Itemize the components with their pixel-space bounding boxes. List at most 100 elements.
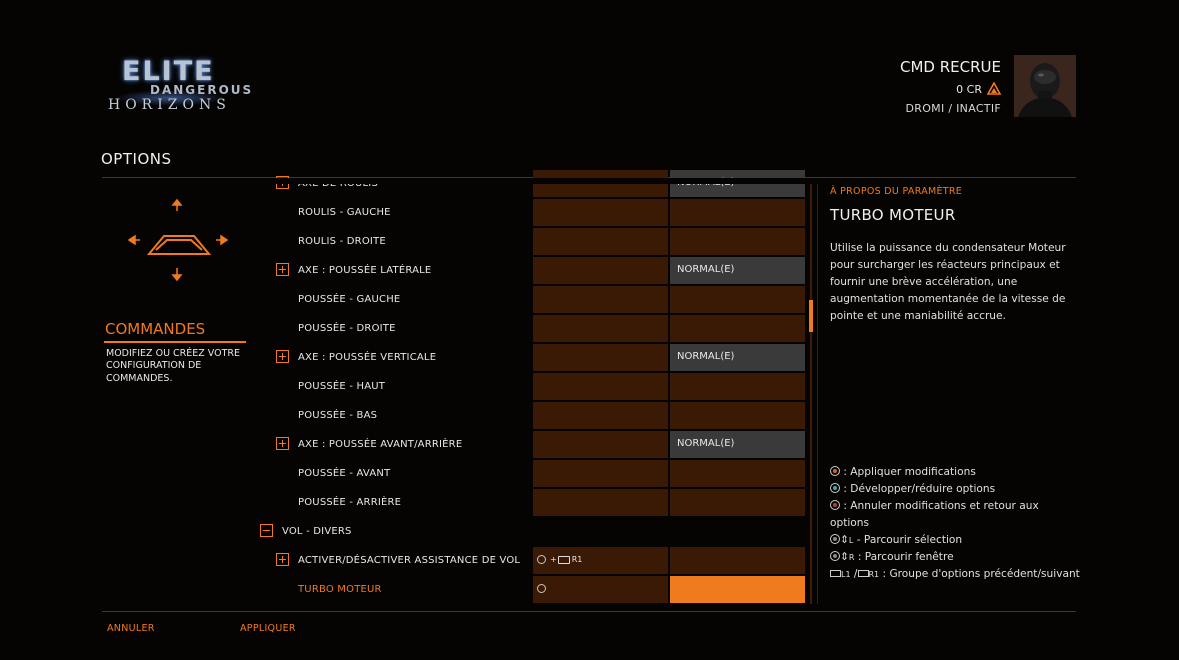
- binding-label: AXE : POUSSÉE AVANT/ARRIÈRE: [298, 439, 463, 450]
- binding-row[interactable]: POUSSÉE - AVANT: [262, 460, 807, 487]
- primary-binding-cell[interactable]: [533, 344, 668, 371]
- binding-row[interactable]: AXE : POUSSÉE LATÉRALE NORMAL(E): [262, 257, 807, 284]
- secondary-binding-cell[interactable]: NORMAL(E): [670, 257, 805, 284]
- primary-binding-value: + R1: [550, 555, 583, 564]
- left-stick-icon: [830, 534, 840, 544]
- expand-icon[interactable]: [276, 437, 289, 450]
- help-cancel-text: : Annuler modifications et retour aux op…: [830, 500, 1039, 529]
- help-group-key-r: R1: [868, 570, 880, 579]
- binding-group-row[interactable]: VOL - DIVERS: [260, 518, 807, 545]
- help-group: L1 /R1 : Groupe d'options précédent/suiv…: [830, 566, 1080, 583]
- panel-divider: [817, 184, 818, 604]
- binding-row[interactable]: ROULIS - DROITE: [262, 228, 807, 255]
- help-group-text: : Groupe d'options précédent/suivant: [882, 568, 1080, 580]
- secondary-binding-cell[interactable]: [670, 228, 805, 255]
- help-cancel: : Annuler modifications et retour aux op…: [830, 498, 1080, 532]
- updown-arrow-icon: ⇕: [840, 534, 849, 546]
- circle-button-icon: [537, 584, 546, 593]
- commander-name: CMD RECRUE: [900, 58, 1001, 76]
- binding-row[interactable]: ROULIS - GAUCHE: [262, 199, 807, 226]
- primary-binding-cell[interactable]: [533, 576, 668, 603]
- list-top-mask: [262, 178, 807, 184]
- primary-binding-cell[interactable]: [533, 315, 668, 342]
- help-expand: : Développer/réduire options: [830, 481, 1080, 498]
- binding-label: AXE : POUSSÉE VERTICALE: [298, 352, 437, 363]
- control-help: : Appliquer modifications : Développer/r…: [830, 464, 1080, 583]
- collapse-icon[interactable]: [260, 524, 273, 537]
- pilot-helmet-icon: [1014, 55, 1076, 117]
- help-browse-window-key: R: [848, 553, 855, 562]
- commander-avatar: [1014, 55, 1076, 117]
- binding-row[interactable]: POUSSÉE - ARRIÈRE: [262, 489, 807, 516]
- scrollbar-track[interactable]: [810, 184, 812, 604]
- primary-binding-cell[interactable]: [533, 286, 668, 313]
- secondary-binding-cell[interactable]: [670, 315, 805, 342]
- section-underline: [104, 341, 246, 343]
- r1-button-icon: [857, 570, 869, 577]
- secondary-binding-cell[interactable]: [670, 286, 805, 313]
- help-browse-selection: ⇕L - Parcourir sélection: [830, 532, 1080, 549]
- help-browse-selection-key: L: [848, 536, 854, 545]
- secondary-binding-cell[interactable]: [670, 402, 805, 429]
- binding-label: POUSSÉE - ARRIÈRE: [298, 497, 402, 508]
- r1-button-icon: [557, 555, 570, 564]
- circle-button-icon: [537, 555, 546, 564]
- secondary-binding-cell[interactable]: [670, 547, 805, 574]
- about-label: À PROPOS DU PARAMÈTRE: [830, 186, 963, 197]
- binding-row[interactable]: POUSSÉE - DROITE: [262, 315, 807, 342]
- scrollbar-thumb[interactable]: [809, 300, 813, 332]
- binding-row[interactable]: ACTIVER/DÉSACTIVER ASSISTANCE DE VOL + R1: [262, 547, 807, 574]
- primary-binding-cell[interactable]: + R1: [533, 547, 668, 574]
- primary-binding-cell[interactable]: [533, 373, 668, 400]
- triangle-button-icon: [830, 483, 840, 493]
- primary-binding-cell[interactable]: [533, 460, 668, 487]
- primary-binding-cell[interactable]: [533, 257, 668, 284]
- binding-label: ROULIS - GAUCHE: [298, 207, 391, 218]
- credits-balance: 0 CR: [956, 83, 982, 96]
- primary-binding-cell[interactable]: [533, 489, 668, 516]
- binding-label: VOL - DIVERS: [282, 526, 352, 537]
- binding-row[interactable]: AXE : POUSSÉE AVANT/ARRIÈRE NORMAL(E): [262, 431, 807, 458]
- primary-binding-cell[interactable]: [533, 431, 668, 458]
- secondary-binding-cell[interactable]: [670, 373, 805, 400]
- secondary-binding-cell[interactable]: [670, 199, 805, 226]
- binding-label: POUSSÉE - AVANT: [298, 468, 391, 479]
- updown-arrow-icon: ⇕: [840, 551, 849, 563]
- binding-label: AXE : POUSSÉE LATÉRALE: [298, 265, 432, 276]
- primary-binding-cell[interactable]: [533, 228, 668, 255]
- logo-line-3: HORIZONS: [108, 97, 231, 113]
- expand-icon[interactable]: [276, 350, 289, 363]
- game-logo: ELITE DANGEROUS HORIZONS: [100, 56, 254, 116]
- binding-row[interactable]: POUSSÉE - HAUT: [262, 373, 807, 400]
- binding-row[interactable]: AXE : POUSSÉE VERTICALE NORMAL(E): [262, 344, 807, 371]
- parameter-description: Utilise la puissance du condensateur Mot…: [830, 242, 1066, 322]
- secondary-binding-cell[interactable]: [670, 489, 805, 516]
- binding-label: ACTIVER/DÉSACTIVER ASSISTANCE DE VOL: [298, 555, 521, 566]
- binding-label: TURBO MOTEUR: [298, 584, 382, 595]
- credits-icon: [987, 82, 1001, 95]
- binding-label: POUSSÉE - BAS: [298, 410, 378, 421]
- l1-button-icon: [830, 570, 841, 577]
- expand-icon[interactable]: [276, 553, 289, 566]
- logo-line-2: DANGEROUS: [150, 83, 254, 97]
- help-group-key-l: L1: [841, 570, 851, 579]
- secondary-binding-cell[interactable]: [670, 460, 805, 487]
- binding-row[interactable]: TURBO MOTEUR: [262, 576, 807, 603]
- binding-label: POUSSÉE - HAUT: [298, 381, 386, 392]
- primary-binding-cell[interactable]: [533, 402, 668, 429]
- binding-row[interactable]: POUSSÉE - GAUCHE: [262, 286, 807, 313]
- secondary-binding-cell[interactable]: NORMAL(E): [670, 344, 805, 371]
- secondary-binding-value: NORMAL(E): [677, 438, 735, 449]
- binding-row[interactable]: POUSSÉE - BAS: [262, 402, 807, 429]
- section-description: MODIFIEZ OU CRÉEZ VOTRE CONFIGURATION DE…: [106, 348, 241, 384]
- apply-button[interactable]: APPLIQUER: [240, 623, 296, 634]
- expand-icon[interactable]: [276, 263, 289, 276]
- binding-label: POUSSÉE - GAUCHE: [298, 294, 401, 305]
- section-title: COMMANDES: [105, 320, 206, 338]
- primary-binding-cell[interactable]: [533, 199, 668, 226]
- secondary-binding-cell[interactable]: NORMAL(E): [670, 431, 805, 458]
- cross-button-icon: [830, 500, 840, 510]
- secondary-binding-cell[interactable]: [670, 576, 805, 603]
- parameter-title: TURBO MOTEUR: [830, 206, 956, 224]
- cancel-button[interactable]: ANNULER: [107, 623, 155, 634]
